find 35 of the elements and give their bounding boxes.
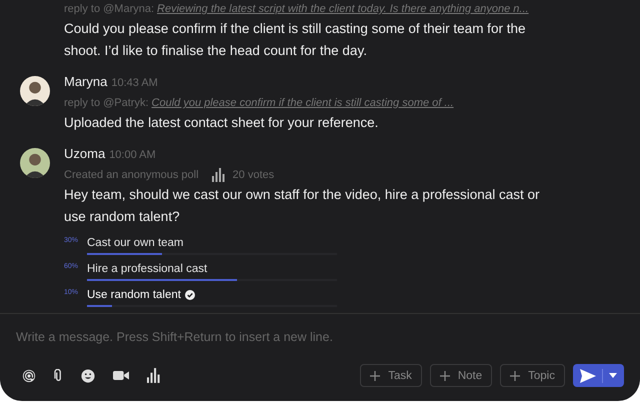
- send-icon[interactable]: [580, 368, 596, 382]
- message-input[interactable]: Write a message. Press Shift+Return to insert a new line.: [16, 330, 624, 344]
- reply-label: reply to @Patryk:: [64, 97, 149, 109]
- message-time: 10:00 AM: [109, 149, 156, 161]
- add-item-button[interactable]: Note: [430, 364, 492, 387]
- check-icon: [184, 290, 195, 300]
- poll-option[interactable]: Use random talent: [87, 287, 195, 303]
- video-camera-icon[interactable]: [113, 370, 129, 381]
- avatar: [20, 148, 50, 178]
- poll-caption: Created an anonymous poll: [64, 168, 199, 183]
- avatar: [20, 76, 50, 106]
- caret-icon[interactable]: [609, 373, 617, 378]
- plus-icon: [370, 370, 380, 380]
- author-name: Maryna: [64, 74, 108, 89]
- vote-count: 20 votes: [232, 168, 274, 183]
- poll-option[interactable]: Cast our own team: [87, 235, 184, 251]
- bar-chart-icon[interactable]: [147, 368, 160, 383]
- bar-chart-icon: [210, 168, 225, 182]
- emoji-icon[interactable]: [81, 368, 95, 382]
- add-item-button[interactable]: Task: [360, 364, 422, 387]
- poll-option[interactable]: Hire a professional cast: [87, 261, 208, 277]
- message-text: Uploaded the latest contact sheet for your reference.: [64, 114, 380, 132]
- message-text: Could you please confirm if the client is still casting some of their team for the shoot. I’d like to finalise the head count for the day.: [64, 20, 526, 60]
- message-time: 10:43 AM: [111, 77, 158, 89]
- paperclip-icon[interactable]: [54, 368, 63, 382]
- reply-quote-link[interactable]: Could you please confirm if the client is still casting some of ...: [152, 97, 454, 109]
- message-text: Hey team, should we cast our own staff for the video, hire a professional cast or use random talent?: [64, 186, 540, 226]
- reply-quote-link[interactable]: Reviewing the latest script with the client today. Is there anything anyone n...: [157, 3, 529, 15]
- author-name: Uzoma: [64, 146, 106, 161]
- reply-label: reply to @Maryna:: [64, 3, 154, 15]
- plus-icon: [510, 370, 520, 380]
- mention-icon[interactable]: [22, 368, 36, 382]
- plus-icon: [440, 370, 450, 380]
- add-item-button[interactable]: Topic: [500, 364, 565, 387]
- send-button[interactable]: [573, 364, 624, 387]
